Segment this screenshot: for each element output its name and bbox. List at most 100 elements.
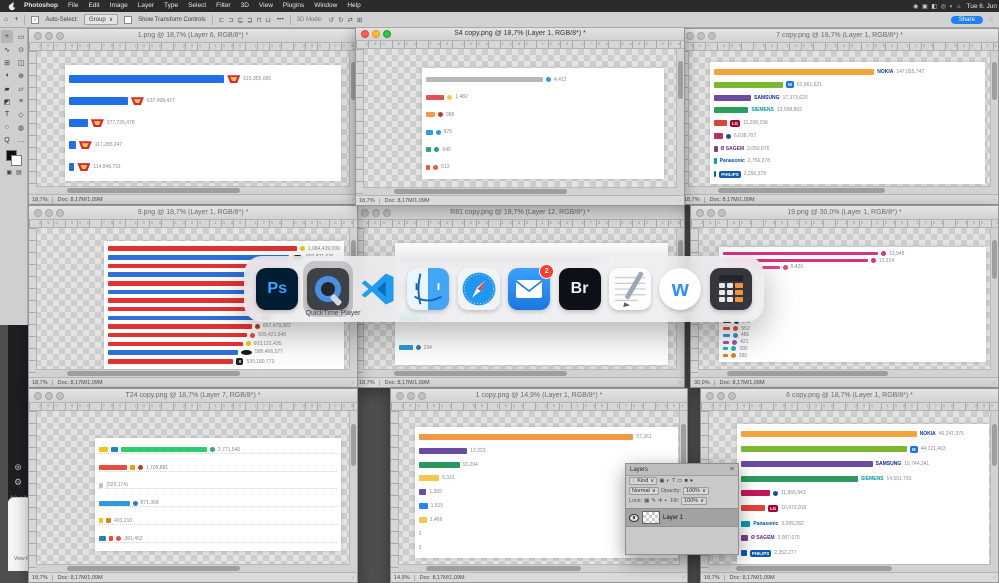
horizontal-scrollbar[interactable]: [698, 369, 991, 377]
document-window-6[interactable]: T24 copy.png @ 18,7% (Layer 7, RGB/8*) *…: [28, 388, 358, 583]
lock-icon[interactable]: ✛: [658, 498, 663, 504]
toolbar-mode-icon[interactable]: ▤: [16, 169, 22, 176]
window-titlebar[interactable]: 6 copy.png @ 18,7% (Layer 1, RGB/8*) *: [701, 389, 998, 403]
status-chevron-icon[interactable]: ›: [679, 380, 681, 386]
lock-icon[interactable]: ▪: [665, 498, 667, 504]
panel-menu-icon[interactable]: ≡: [730, 466, 734, 473]
tool-icon-0[interactable]: +: [1, 30, 13, 43]
status-chevron-icon[interactable]: ›: [352, 197, 354, 203]
window-titlebar[interactable]: 1 copy.png @ 14,9% (Layer 1, RGB/8*) *: [391, 389, 687, 403]
menu-item-photoshop[interactable]: Photoshop: [19, 2, 63, 9]
filter-icon[interactable]: ▣: [659, 478, 664, 484]
document-canvas[interactable]: 4,413 1,482 988 876 645 512: [356, 49, 684, 195]
app-icon-mail[interactable]: 2: [504, 261, 555, 317]
status-icon[interactable]: ▣: [922, 4, 931, 10]
tool-icon-10[interactable]: ◩: [1, 95, 13, 108]
tool-icon-17[interactable]: …: [15, 134, 27, 147]
document-window-2[interactable]: 7 copy.png @ 18,7% (Layer 1, RGB/8*) * 25…: [680, 28, 999, 205]
zoom-button[interactable]: [56, 391, 64, 400]
align-icon[interactable]: ⊓: [257, 16, 262, 24]
zoom-percentage[interactable]: 18,7%: [704, 574, 725, 581]
status-chevron-icon[interactable]: ›: [682, 575, 684, 581]
color-swatches[interactable]: [6, 150, 22, 166]
app-icon-w-app[interactable]: w: [655, 261, 705, 317]
apple-icon[interactable]: [8, 1, 16, 11]
window-titlebar[interactable]: R81 copy.png @ 18,7% (Layer 12, RGB/8*) …: [356, 206, 684, 220]
account-icon[interactable]: ⊛: [14, 463, 22, 472]
tool-icon-4[interactable]: ⊞: [1, 56, 13, 69]
close-button[interactable]: [361, 208, 369, 217]
zoom-button[interactable]: [383, 208, 391, 217]
zoom-percentage[interactable]: 18,7%: [32, 196, 53, 203]
scrollbar-thumb[interactable]: [992, 239, 997, 279]
scrollbar-thumb[interactable]: [67, 188, 241, 193]
layer-thumbnail[interactable]: [642, 511, 660, 524]
scrollbar-thumb[interactable]: [67, 566, 241, 571]
align-icons[interactable]: ⊏ ⊐ ⊑ ⊒ ⊓ ⊔: [219, 16, 271, 24]
minimize-button[interactable]: [717, 391, 725, 400]
tool-icon-2[interactable]: ∿: [1, 43, 13, 56]
tool-icon-6[interactable]: ◖: [1, 69, 13, 82]
scrollbar-thumb[interactable]: [681, 423, 686, 466]
tool-icon-14[interactable]: ○: [1, 121, 13, 134]
status-icon[interactable]: ⌂: [957, 4, 962, 10]
menu-item-help[interactable]: Help: [342, 2, 365, 9]
app-icon-textedit[interactable]: [605, 261, 655, 317]
zoom-button[interactable]: [383, 29, 391, 38]
zoom-button[interactable]: [718, 208, 726, 217]
document-canvas[interactable]: 2,771,540 1,705,881 (929,174) 871,368 403,21…: [29, 411, 357, 572]
tool-icon-15[interactable]: ◍: [15, 121, 27, 134]
tool-icon-11[interactable]: ≡: [15, 95, 27, 108]
close-button[interactable]: [706, 391, 714, 400]
zoom-percentage[interactable]: 14,9%: [394, 574, 415, 581]
traffic-lights[interactable]: [691, 208, 726, 217]
menu-item-image[interactable]: Image: [105, 2, 133, 9]
tool-icon-7[interactable]: ⊕: [15, 69, 27, 82]
fill-dropdown[interactable]: 100% ∨: [681, 497, 708, 505]
group-dropdown[interactable]: Group ∨: [84, 14, 119, 25]
traffic-lights[interactable]: [391, 391, 426, 400]
close-button[interactable]: [34, 208, 42, 217]
document-canvas[interactable]: 615,355,065 537,498,427 377,735,478 117,285…: [29, 51, 357, 194]
vertical-scrollbar[interactable]: [990, 411, 998, 572]
mode-icon[interactable]: ↺: [329, 16, 334, 24]
scrollbar-thumb[interactable]: [992, 62, 997, 100]
vertical-scrollbar[interactable]: [990, 228, 998, 377]
scrollbar-thumb[interactable]: [718, 188, 885, 193]
share-button[interactable]: Share: [950, 15, 983, 24]
scrollbar-thumb[interactable]: [351, 423, 356, 466]
tool-icon-9[interactable]: ▱: [15, 82, 27, 95]
zoom-button[interactable]: [56, 31, 64, 40]
zoom-percentage[interactable]: 18,7%: [32, 379, 53, 386]
app-icon-finder[interactable]: [403, 261, 453, 317]
app-icon-safari[interactable]: [454, 261, 504, 317]
app-icon-photoshop[interactable]: Ps: [252, 261, 302, 317]
window-titlebar[interactable]: 9.png @ 18,7% (Layer 1, RGB/8*) *: [29, 206, 357, 220]
toolbar-mode-icon[interactable]: ▣: [6, 169, 12, 176]
menu-item-3d[interactable]: 3D: [236, 2, 254, 9]
minimize-button[interactable]: [697, 31, 705, 40]
align-icon[interactable]: ⊔: [266, 16, 271, 24]
tool-icon-8[interactable]: ▰: [1, 82, 13, 95]
menubar-status-icons[interactable]: ◉ ▣ ◧ ◎ ◐ ⌂: [913, 3, 961, 10]
auto-select-checkbox[interactable]: ✓: [31, 15, 40, 24]
filter-icon[interactable]: ◐: [667, 478, 670, 484]
menu-item-layer[interactable]: Layer: [133, 2, 159, 9]
filter-icon[interactable]: T: [672, 478, 675, 484]
close-button[interactable]: [686, 31, 694, 40]
close-button[interactable]: [34, 391, 42, 400]
mode-icon[interactable]: ⇄: [348, 16, 353, 24]
menu-item-file[interactable]: File: [63, 2, 83, 9]
home-icon[interactable]: ⌂: [4, 16, 8, 23]
align-icon[interactable]: ⊏: [219, 16, 224, 24]
minimize-button[interactable]: [45, 208, 53, 217]
horizontal-scrollbar[interactable]: [708, 564, 991, 572]
tool-icon-13[interactable]: ◇: [15, 108, 27, 121]
lock-icons[interactable]: ▦ ✎ ✛ ▪: [644, 498, 666, 504]
scrollbar-thumb[interactable]: [678, 60, 683, 99]
zoom-percentage[interactable]: 18,7%: [359, 379, 380, 386]
status-chevron-icon[interactable]: ›: [352, 380, 354, 386]
status-chevron-icon[interactable]: ›: [993, 380, 995, 386]
scrollbar-thumb[interactable]: [727, 371, 889, 376]
kind-filter-dropdown[interactable]: ◌ Kind ∨: [629, 477, 658, 485]
